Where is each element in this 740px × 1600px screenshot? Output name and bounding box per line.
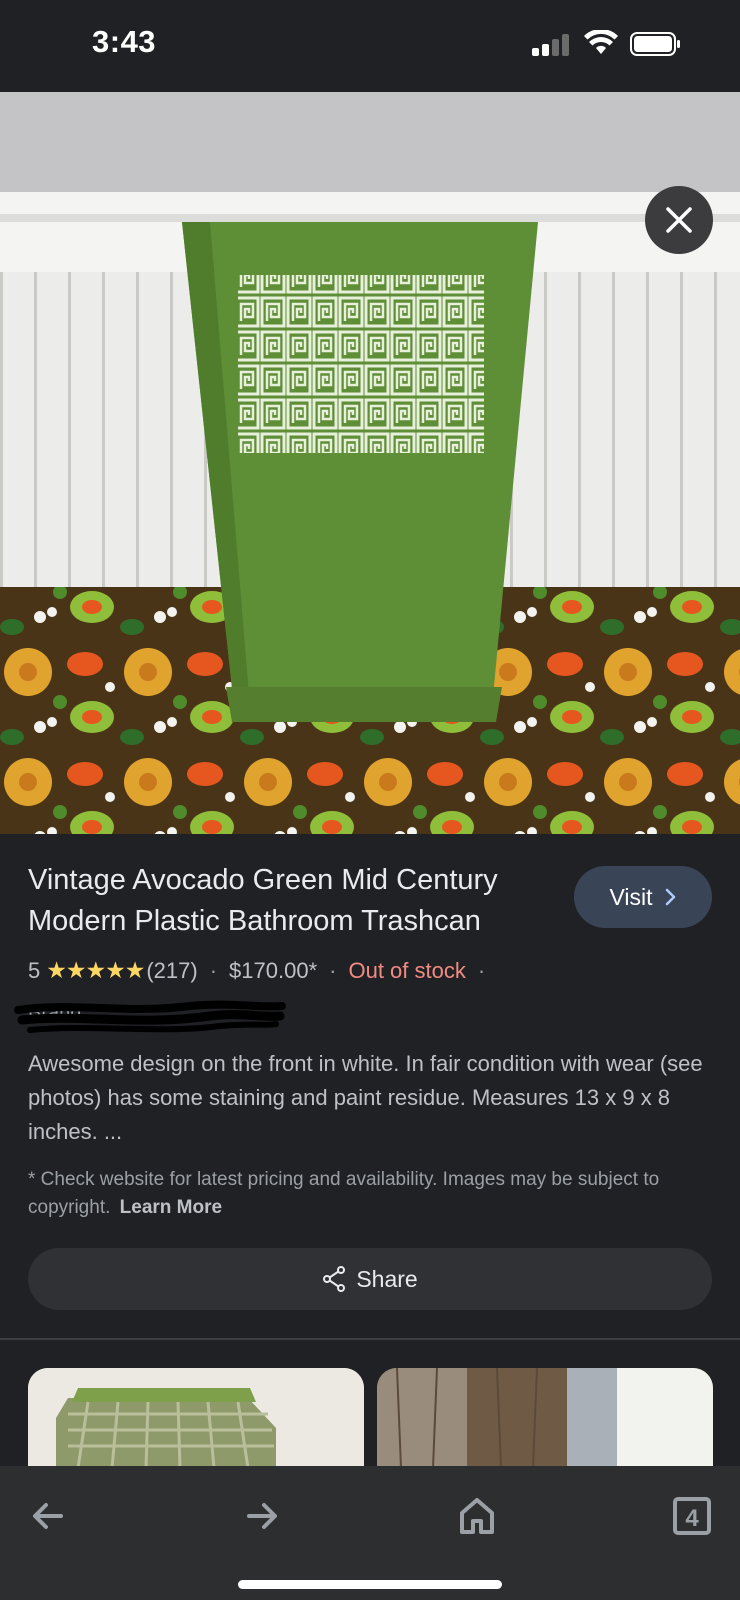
basket-photo [28, 1368, 364, 1468]
chevron-right-icon [665, 888, 675, 906]
back-button[interactable] [20, 1488, 76, 1544]
status-bar: 3:43 [0, 0, 740, 92]
section-divider [0, 1338, 740, 1340]
availability-status: Out of stock [348, 957, 466, 983]
product-meta: 5 ★★★★★ (217) · $170.00* · Out of stock … [28, 957, 497, 984]
wifi-icon [584, 30, 618, 54]
close-button[interactable] [645, 186, 713, 254]
redaction-scribble [14, 1000, 286, 1033]
bottom-navigation-bar: 4 [0, 1466, 740, 1600]
forward-button[interactable] [234, 1488, 290, 1544]
cellular-signal-icon [532, 34, 572, 56]
learn-more-link[interactable]: Learn More [120, 1197, 222, 1218]
share-button-label: Share [356, 1265, 418, 1292]
arrow-left-icon [33, 1503, 63, 1529]
wood-photo [377, 1368, 713, 1468]
rating-stars: ★★★★★ [46, 957, 145, 983]
battery-icon [630, 32, 680, 56]
home-indicator[interactable] [238, 1580, 502, 1589]
related-item-thumbnail[interactable] [377, 1368, 713, 1468]
tabs-icon: 4 [673, 1497, 711, 1535]
product-title: Vintage Avocado Green Mid Century Modern… [28, 864, 498, 937]
home-icon [460, 1498, 494, 1534]
separator-dot: · [477, 957, 486, 983]
separator-dot: · [209, 957, 218, 983]
separator-dot: · [329, 957, 337, 983]
product-image[interactable] [0, 92, 740, 834]
share-button[interactable]: Share [28, 1248, 712, 1310]
review-count[interactable]: (217) [146, 958, 197, 984]
price: $170.00* [229, 957, 318, 983]
tabs-button[interactable]: 4 [664, 1488, 720, 1544]
tab-count: 4 [685, 1505, 699, 1532]
visit-button[interactable]: Visit [574, 866, 712, 928]
home-button[interactable] [449, 1488, 505, 1544]
close-icon [666, 207, 692, 233]
share-icon [323, 1266, 346, 1292]
rating-value: 5 [28, 957, 41, 983]
trashcan-photo [0, 92, 740, 834]
arrow-right-icon [247, 1503, 277, 1529]
status-time: 3:43 [92, 24, 157, 59]
visit-button-label: Visit [609, 883, 653, 910]
pricing-disclaimer: * Check website for latest pricing and a… [28, 1166, 718, 1222]
product-description: Awesome design on the front in white. In… [28, 1051, 703, 1144]
related-item-thumbnail[interactable] [28, 1368, 364, 1468]
